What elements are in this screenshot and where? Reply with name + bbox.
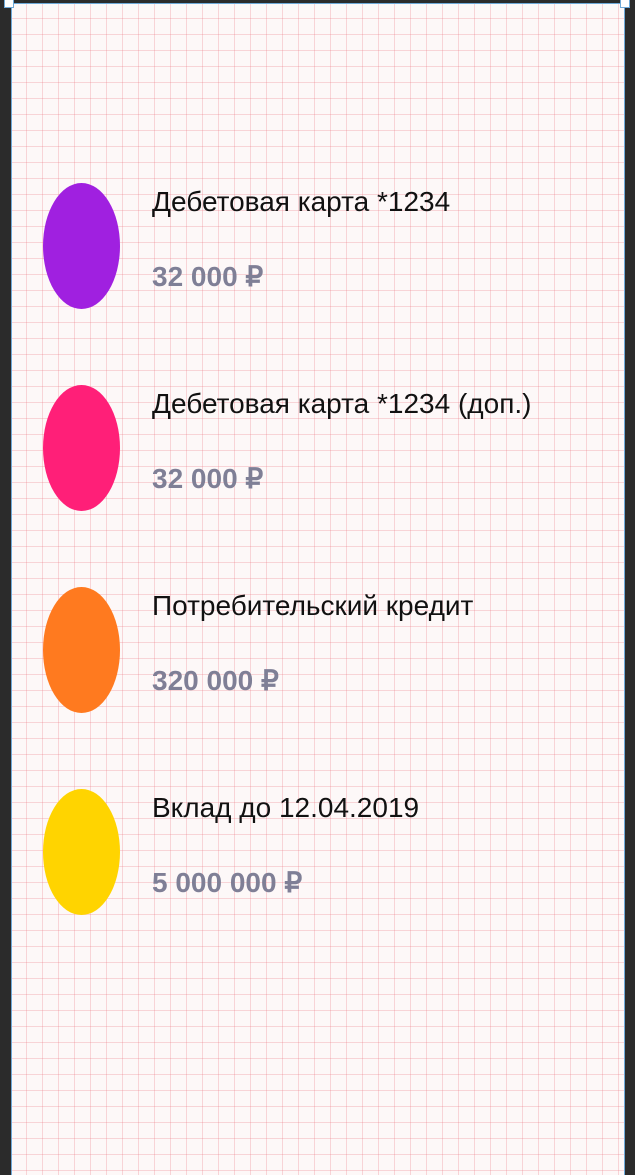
layout-preview-canvas: Дебетовая карта *1234 32 000 ₽ Дебетовая…	[11, 3, 625, 1175]
account-name: Вклад до 12.04.2019	[152, 792, 420, 823]
account-color-icon	[43, 385, 120, 511]
account-name: Дебетовая карта *1234 (доп.)	[152, 388, 532, 419]
account-balance: 32 000 ₽	[152, 463, 264, 494]
account-balance: 5 000 000 ₽	[152, 867, 303, 898]
account-color-icon	[43, 789, 120, 915]
account-color-icon	[43, 587, 120, 713]
account-item-consumer-credit[interactable]: Потребительский кредит 320 000 ₽	[12, 583, 626, 723]
selection-handle-left[interactable]	[4, 0, 14, 8]
account-item-debit-card[interactable]: Дебетовая карта *1234 32 000 ₽	[12, 179, 626, 319]
account-item-deposit[interactable]: Вклад до 12.04.2019 5 000 000 ₽	[12, 785, 626, 925]
account-color-icon	[43, 183, 120, 309]
account-name: Потребительский кредит	[152, 590, 474, 621]
selection-handle-right[interactable]	[620, 0, 630, 8]
account-balance: 32 000 ₽	[152, 261, 264, 292]
account-balance: 320 000 ₽	[152, 665, 279, 696]
account-item-debit-card-additional[interactable]: Дебетовая карта *1234 (доп.) 32 000 ₽	[12, 381, 626, 521]
account-name: Дебетовая карта *1234	[152, 186, 451, 217]
app-window: Дебетовая карта *1234 32 000 ₽ Дебетовая…	[0, 0, 635, 1175]
